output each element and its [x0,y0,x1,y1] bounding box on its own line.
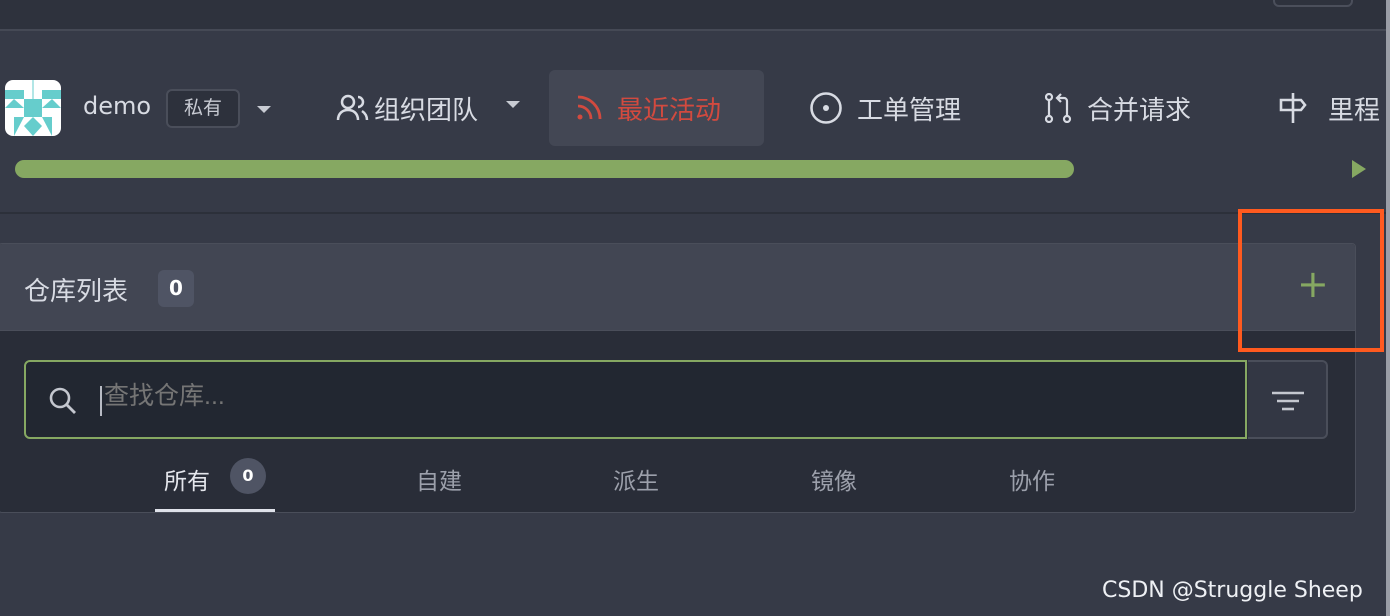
all-count-badge: 0 [230,458,266,494]
repo-dropdown-caret-icon[interactable] [257,106,271,113]
nav-item-milestones[interactable]: 里程 [1278,70,1380,146]
tab-collaborative[interactable]: 协作 [1009,462,1055,496]
nav-label: 最近活动 [617,95,722,126]
panel-header: 仓库列表 0 + [0,244,1355,331]
search-box[interactable] [24,360,1247,439]
repo-name[interactable]: demo [83,92,151,120]
repo-list-panel: 仓库列表 0 + 所有 自建 派生 镜像 协作 0 [0,243,1356,513]
tab-mirrors[interactable]: 镜像 [811,462,857,496]
issue-icon [810,92,842,124]
teams-caret-icon[interactable] [506,101,520,108]
nav-item-teams[interactable]: 组织团队 [336,70,478,146]
panel-title: 仓库列表 [24,277,129,307]
nav-item-pull-requests[interactable]: 合并请求 [1045,70,1191,146]
filter-icon [1272,391,1304,411]
nav-item-issues[interactable]: 工单管理 [809,70,961,146]
repo-avatar[interactable] [5,80,61,136]
watermark: CSDN @Struggle Sheep [1102,578,1363,603]
scrollbar[interactable] [1386,0,1390,616]
top-bar [0,0,1390,31]
search-input[interactable] [104,382,426,411]
play-icon[interactable] [1352,160,1366,178]
rss-icon [577,95,602,120]
active-tab-underline [155,509,275,512]
divider [0,212,1390,214]
top-button[interactable] [1273,0,1353,7]
filter-button[interactable] [1248,360,1328,439]
tab-owned[interactable]: 自建 [416,462,462,496]
repo-tabs: 所有 自建 派生 镜像 协作 [0,454,1355,512]
visibility-badge: 私有 [166,89,240,128]
text-cursor [100,386,102,416]
repo-count-badge: 0 [158,270,194,307]
progress-bar [15,160,1074,178]
tab-forks[interactable]: 派生 [613,462,659,496]
tab-all[interactable]: 所有 [164,462,210,496]
nav-item-recent-activity[interactable]: 最近活动 [549,70,764,146]
identicon-icon [5,80,61,136]
nav-label: 工单管理 [857,95,962,126]
people-icon [336,94,369,121]
nav-label: 里程 [1328,95,1381,126]
milestone-icon [1279,93,1307,123]
pull-request-icon [1045,93,1072,123]
nav-label: 组织团队 [374,95,479,126]
nav-label: 合并请求 [1087,95,1192,126]
highlight-box [1238,209,1384,352]
search-icon [49,387,76,414]
